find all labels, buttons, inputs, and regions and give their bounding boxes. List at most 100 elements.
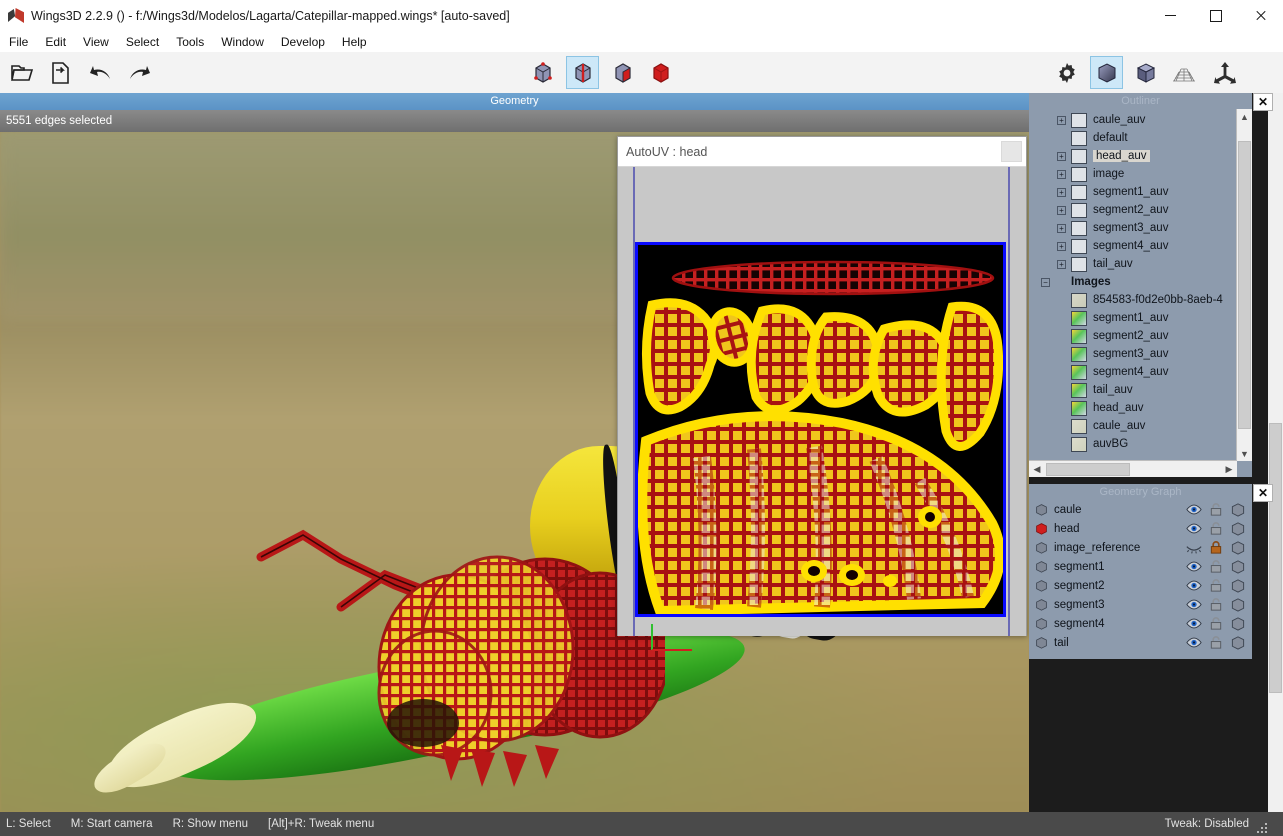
outliner-material-row[interactable]: + segment1_auv	[1029, 183, 1252, 201]
object-row[interactable]: segment4	[1029, 614, 1252, 633]
wireframe-cube-icon[interactable]	[1230, 540, 1246, 555]
lock-icon[interactable]	[1208, 635, 1224, 650]
menu-view[interactable]: View	[75, 33, 117, 51]
lock-icon[interactable]	[1208, 502, 1224, 517]
autouv-menu-button[interactable]	[1001, 141, 1022, 162]
undo-button[interactable]	[84, 56, 117, 89]
wireframe-cube-icon[interactable]	[1230, 616, 1246, 631]
menu-develop[interactable]: Develop	[273, 33, 333, 51]
eye-icon[interactable]	[1186, 521, 1202, 536]
wireframe-cube-icon[interactable]	[1230, 635, 1246, 650]
save-as-button[interactable]	[43, 56, 76, 89]
outliner-material-row[interactable]: + segment2_auv	[1029, 201, 1252, 219]
vertex-mode-button[interactable]	[526, 56, 559, 89]
outliner-image-row[interactable]: caule_auv	[1029, 417, 1252, 435]
outer-scrollbar-thumb[interactable]	[1269, 423, 1282, 693]
edge-mode-button[interactable]	[566, 56, 599, 89]
wireframe-cube-icon[interactable]	[1230, 597, 1246, 612]
scroll-left-icon[interactable]: ◀	[1029, 462, 1045, 477]
autouv-body[interactable]	[618, 167, 1026, 636]
expand-icon[interactable]: +	[1057, 188, 1066, 197]
object-row[interactable]: segment2	[1029, 576, 1252, 595]
outliner-scrollbar-thumb[interactable]	[1238, 141, 1251, 429]
eye-icon[interactable]	[1186, 616, 1202, 631]
lock-icon[interactable]	[1208, 578, 1224, 593]
outliner-image-row[interactable]: segment4_auv	[1029, 363, 1252, 381]
outliner-hscroll-thumb[interactable]	[1046, 463, 1130, 476]
expand-icon[interactable]: +	[1057, 152, 1066, 161]
outliner-horizontal-scrollbar[interactable]: ◀ ▶	[1029, 460, 1237, 477]
object-row[interactable]: head	[1029, 519, 1252, 538]
menu-help[interactable]: Help	[334, 33, 375, 51]
flat-shade-button[interactable]	[1129, 56, 1162, 89]
outer-vertical-scrollbar[interactable]	[1268, 93, 1283, 812]
outliner-image-row[interactable]: 854583-f0d2e0bb-8aeb-4	[1029, 291, 1252, 309]
ground-grid-button[interactable]	[1167, 56, 1200, 89]
eye-icon[interactable]	[1186, 597, 1202, 612]
object-row[interactable]: segment3	[1029, 595, 1252, 614]
autouv-window[interactable]: AutoUV : head	[617, 136, 1027, 636]
geometry-graph-close-button[interactable]: ✕	[1253, 484, 1273, 502]
outliner-material-row[interactable]: + image	[1029, 165, 1252, 183]
outliner-material-row[interactable]: + segment3_auv	[1029, 219, 1252, 237]
smooth-shade-button[interactable]	[1090, 56, 1123, 89]
resize-grip-icon[interactable]	[1257, 823, 1267, 833]
outliner-material-row[interactable]: + tail_auv	[1029, 255, 1252, 273]
expand-icon[interactable]: +	[1057, 170, 1066, 179]
menu-file[interactable]: File	[1, 33, 36, 51]
wireframe-cube-icon[interactable]	[1230, 578, 1246, 593]
expand-icon[interactable]: +	[1057, 116, 1066, 125]
object-row[interactable]: image_reference	[1029, 538, 1252, 557]
wireframe-cube-icon[interactable]	[1230, 521, 1246, 536]
expand-icon[interactable]: +	[1057, 224, 1066, 233]
outliner-image-row[interactable]: auvBG	[1029, 435, 1252, 453]
scroll-down-icon[interactable]: ▼	[1237, 446, 1252, 461]
expand-icon[interactable]: +	[1057, 242, 1066, 251]
redo-button[interactable]	[122, 56, 155, 89]
outliner-image-row[interactable]: segment1_auv	[1029, 309, 1252, 327]
scroll-up-icon[interactable]: ▲	[1237, 109, 1252, 124]
eye-icon[interactable]	[1186, 578, 1202, 593]
wireframe-cube-icon[interactable]	[1230, 559, 1246, 574]
menu-select[interactable]: Select	[118, 33, 167, 51]
face-mode-button[interactable]	[606, 56, 639, 89]
eye-icon[interactable]	[1186, 635, 1202, 650]
show-axes-button[interactable]	[1208, 56, 1241, 89]
eye-icon[interactable]	[1186, 502, 1202, 517]
lock-closed-icon[interactable]	[1208, 540, 1224, 555]
outliner-close-button[interactable]: ✕	[1253, 93, 1273, 111]
preferences-button[interactable]	[1050, 56, 1083, 89]
expand-icon[interactable]: +	[1057, 206, 1066, 215]
outliner-image-row[interactable]: segment2_auv	[1029, 327, 1252, 345]
outliner-image-row[interactable]: head_auv	[1029, 399, 1252, 417]
eye-closed-icon[interactable]	[1186, 540, 1202, 555]
object-row[interactable]: caule	[1029, 500, 1252, 519]
outliner-material-row[interactable]: + caule_auv	[1029, 111, 1252, 129]
collapse-icon[interactable]: −	[1041, 278, 1050, 287]
wireframe-cube-icon[interactable]	[1230, 502, 1246, 517]
outliner-material-row[interactable]: + segment4_auv	[1029, 237, 1252, 255]
menu-tools[interactable]: Tools	[168, 33, 212, 51]
maximize-button[interactable]	[1193, 0, 1238, 31]
open-folder-button[interactable]	[5, 56, 38, 89]
geometry-graph-list[interactable]: caule head	[1029, 500, 1252, 652]
outliner-image-row[interactable]: segment3_auv	[1029, 345, 1252, 363]
lock-icon[interactable]	[1208, 616, 1224, 631]
menu-window[interactable]: Window	[213, 33, 272, 51]
object-row[interactable]: tail	[1029, 633, 1252, 652]
expand-icon[interactable]: +	[1057, 260, 1066, 269]
object-row[interactable]: segment1	[1029, 557, 1252, 576]
close-button[interactable]	[1238, 0, 1283, 31]
outliner-images-group[interactable]: − Images	[1029, 273, 1252, 291]
outliner-material-row[interactable]: default	[1029, 129, 1252, 147]
minimize-button[interactable]	[1148, 0, 1193, 31]
outliner-list[interactable]: + caule_auv default + head_auv + image +	[1029, 109, 1252, 463]
outliner-vertical-scrollbar[interactable]: ▲ ▼	[1236, 109, 1252, 461]
lock-icon[interactable]	[1208, 597, 1224, 612]
lock-icon[interactable]	[1208, 559, 1224, 574]
scroll-right-icon[interactable]: ▶	[1221, 462, 1237, 477]
eye-icon[interactable]	[1186, 559, 1202, 574]
menu-edit[interactable]: Edit	[37, 33, 74, 51]
lock-icon[interactable]	[1208, 521, 1224, 536]
uv-map-canvas[interactable]	[635, 242, 1006, 617]
